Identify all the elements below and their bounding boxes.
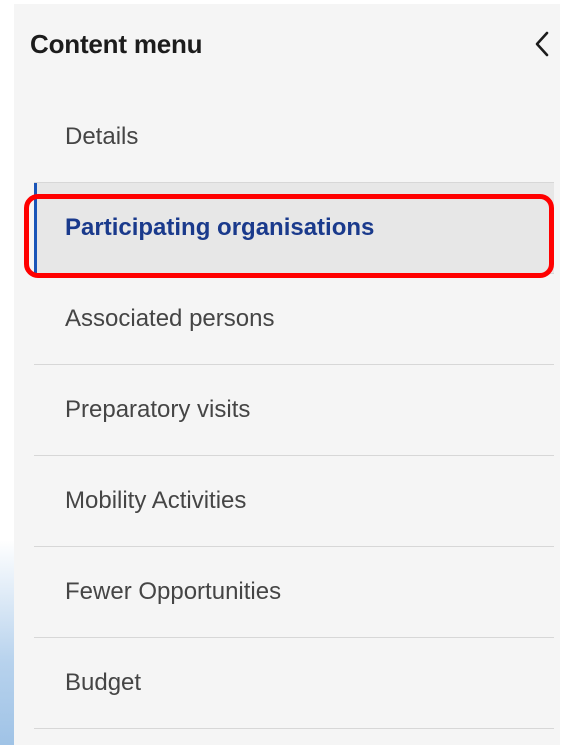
menu-item-label: Participating organisations xyxy=(65,214,375,241)
content-menu-panel: Content menu Details Participating organ… xyxy=(14,4,560,745)
collapse-menu-button[interactable] xyxy=(528,27,556,61)
menu-item-label: Preparatory visits xyxy=(65,396,251,423)
menu-item-label: Associated persons xyxy=(65,305,275,332)
content-menu-title: Content menu xyxy=(30,28,203,59)
menu-item-participating-organisations[interactable]: Participating organisations xyxy=(34,183,554,274)
menu-item-label: Fewer Opportunities xyxy=(65,578,282,605)
menu-item-label: Budget xyxy=(65,669,142,696)
menu-item-mobility-activities[interactable]: Mobility Activities xyxy=(34,456,554,547)
menu-item-label: Details xyxy=(65,123,139,150)
menu-item-fewer-opportunities[interactable]: Fewer Opportunities xyxy=(34,547,554,638)
menu-item-budget[interactable]: Budget xyxy=(34,638,554,729)
content-menu-header: Content menu xyxy=(30,4,556,84)
background-decoration xyxy=(0,540,14,745)
menu-item-preparatory-visits[interactable]: Preparatory visits xyxy=(34,365,554,456)
menu-item-details[interactable]: Details xyxy=(34,92,554,183)
chevron-left-icon xyxy=(535,31,549,57)
content-menu-list: Details Participating organisations Asso… xyxy=(34,92,554,729)
menu-item-associated-persons[interactable]: Associated persons xyxy=(34,274,554,365)
menu-item-label: Mobility Activities xyxy=(65,487,247,514)
